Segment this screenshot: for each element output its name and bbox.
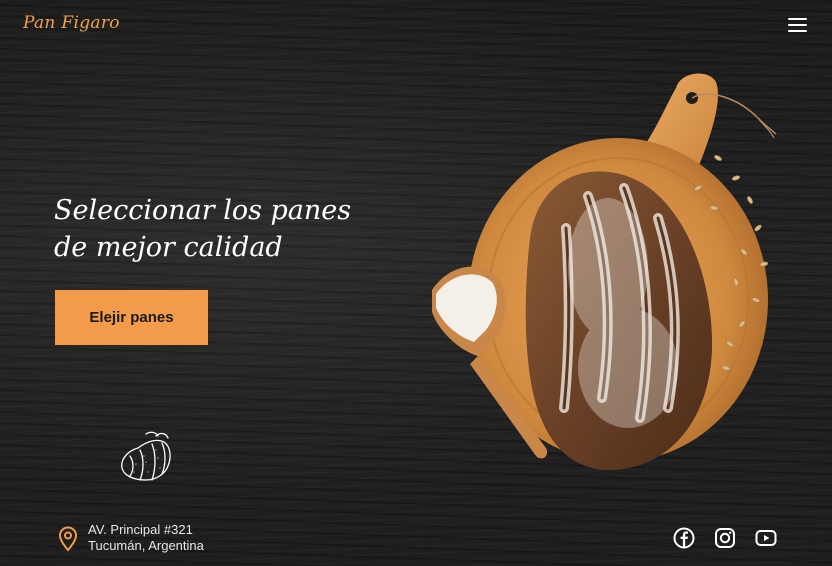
hero-headline-line-1: Seleccionar los panes	[54, 195, 352, 226]
brand-logo[interactable]: Pan Figaro	[23, 13, 120, 33]
facebook-icon[interactable]	[672, 526, 696, 550]
address-line-2: Tucumán, Argentina	[88, 538, 204, 553]
address-block: AV. Principal #321 Tucumán, Argentina	[57, 522, 204, 554]
instagram-icon[interactable]	[713, 526, 737, 550]
bread-on-cutting-board	[432, 73, 777, 471]
hamburger-menu-icon[interactable]	[788, 16, 808, 34]
choose-bread-button[interactable]: Elejir panes	[55, 290, 208, 345]
location-pin-icon	[58, 526, 78, 552]
youtube-icon[interactable]	[754, 526, 778, 550]
croissant-icon	[121, 431, 171, 481]
hero-headline-line-2: de mejor calidad	[54, 232, 283, 263]
hero-headline: Seleccionar los panes de mejor calidad	[54, 192, 384, 266]
address-line-1: AV. Principal #321	[88, 522, 193, 537]
